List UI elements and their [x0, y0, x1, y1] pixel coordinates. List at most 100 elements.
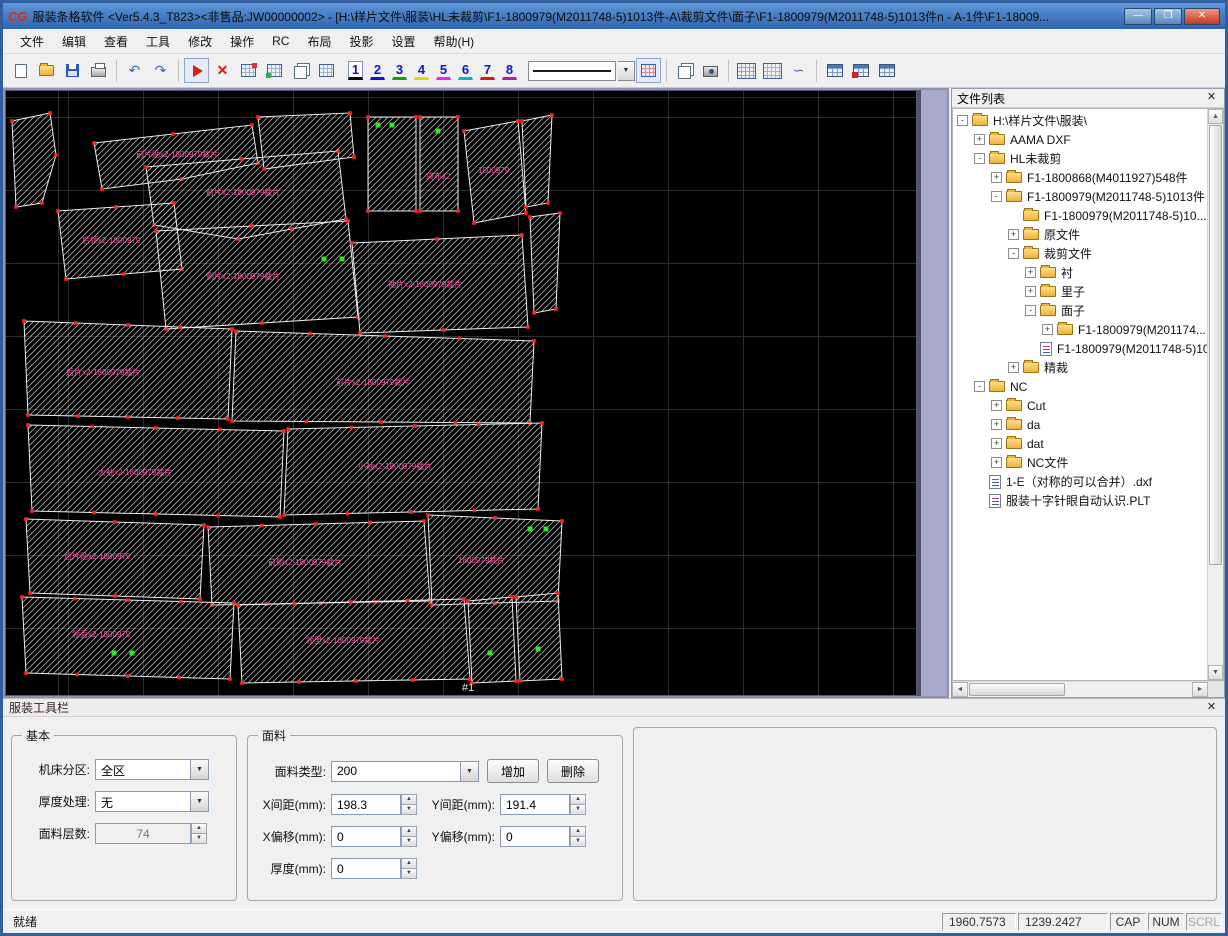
title-bar[interactable]: CG 服装条格软件 <Ver5.4.3_T823><非售品:JW00000002… — [3, 3, 1225, 29]
y-gap-input[interactable] — [500, 794, 570, 815]
tree-item[interactable]: + AAMA DXF — [953, 130, 1207, 149]
canvas-scrollbar[interactable] — [917, 90, 947, 696]
x-gap-input[interactable] — [331, 794, 401, 815]
tree-item[interactable]: 服装十字针眼自动认识.PLT — [953, 491, 1207, 510]
expand-icon[interactable]: + — [991, 457, 1002, 468]
stepper-up-icon[interactable]: ▲ — [401, 826, 417, 837]
collapse-icon[interactable]: - — [1008, 248, 1019, 259]
tree-item[interactable]: - H:\样片文件\服装\ — [953, 111, 1207, 130]
line-style-field[interactable] — [528, 60, 616, 81]
open-file-button[interactable] — [34, 58, 59, 83]
y-offset-stepper[interactable]: ▲▼ — [500, 826, 586, 847]
collapse-icon[interactable]: - — [1025, 305, 1036, 316]
tree-item[interactable]: + da — [953, 415, 1207, 434]
marker-table-button[interactable] — [734, 58, 759, 83]
machine-zone-combo[interactable]: 全区 ▼ — [95, 759, 209, 780]
tree-item[interactable]: + 原文件 — [953, 225, 1207, 244]
tree-item[interactable]: + Cut — [953, 396, 1207, 415]
layer-6-button[interactable]: 6 — [458, 61, 473, 80]
y-offset-input[interactable] — [500, 826, 570, 847]
close-button[interactable]: ✕ — [1184, 7, 1220, 25]
add-button[interactable]: 增加 — [487, 759, 540, 783]
stepper-up-icon[interactable]: ▲ — [191, 823, 207, 834]
tree-item[interactable]: - F1-1800979(M2011748-5)1013件 — [953, 187, 1207, 206]
snapshot-button[interactable] — [698, 58, 723, 83]
menu-item-6[interactable]: 操作 — [221, 30, 263, 53]
stepper-down-icon[interactable]: ▼ — [401, 805, 417, 815]
menu-item-7[interactable]: RC — [263, 31, 298, 51]
menu-item-3[interactable]: 查看 — [95, 30, 137, 53]
table-stats-button[interactable] — [874, 58, 899, 83]
thickness-stepper[interactable]: ▲▼ — [331, 858, 417, 879]
stepper-down-icon[interactable]: ▼ — [570, 805, 586, 815]
tree-item[interactable]: + NC文件 — [953, 453, 1207, 472]
line-style-dropdown-button[interactable]: ▼ — [618, 60, 635, 81]
expand-icon[interactable]: + — [1025, 267, 1036, 278]
scroll-right-icon[interactable]: ► — [1192, 682, 1208, 697]
measure-grid-button[interactable] — [760, 58, 785, 83]
layer-4-button[interactable]: 4 — [414, 61, 429, 80]
hatch-edit-button[interactable] — [636, 58, 661, 83]
thickness-input[interactable] — [331, 858, 401, 879]
layer-3-button[interactable]: 3 — [392, 61, 407, 80]
menu-item-2[interactable]: 编辑 — [53, 30, 95, 53]
redo-button[interactable]: ↷ — [148, 58, 173, 83]
menu-item-9[interactable]: 投影 — [340, 30, 382, 53]
table-export-button[interactable] — [822, 58, 847, 83]
stepper-down-icon[interactable]: ▼ — [570, 837, 586, 847]
fabric-type-value[interactable]: 200 — [331, 760, 461, 782]
tool-panel-close-icon[interactable] — [1204, 701, 1219, 715]
fabric-layers-input[interactable] — [95, 823, 191, 844]
expand-icon[interactable]: + — [1008, 362, 1019, 373]
delete-fabric-button[interactable]: 删除 — [547, 759, 600, 783]
move-piece-button[interactable] — [262, 58, 287, 83]
pattern-piece[interactable] — [367, 116, 417, 212]
minimize-button[interactable]: — — [1124, 7, 1152, 25]
line-style-combo[interactable]: ▼ — [526, 60, 635, 81]
stepper-up-icon[interactable]: ▲ — [570, 794, 586, 805]
expand-icon[interactable]: + — [991, 438, 1002, 449]
table-import-button[interactable] — [848, 58, 873, 83]
pattern-piece[interactable] — [515, 592, 563, 682]
fabric-type-combo[interactable]: 200 ▼ — [331, 760, 479, 782]
layer-5-button[interactable]: 5 — [436, 61, 451, 80]
thickness-mode-value[interactable]: 无 — [95, 791, 191, 812]
horizontal-scroll-thumb[interactable] — [969, 683, 1065, 696]
new-file-button[interactable] — [8, 58, 33, 83]
clone-view-button[interactable] — [672, 58, 697, 83]
stepper-up-icon[interactable]: ▲ — [401, 794, 417, 805]
expand-icon[interactable]: + — [991, 419, 1002, 430]
y-gap-stepper[interactable]: ▲▼ — [500, 794, 586, 815]
layer-8-button[interactable]: 8 — [502, 61, 517, 80]
tree-item[interactable]: + 精裁 — [953, 358, 1207, 377]
collapse-icon[interactable]: - — [991, 191, 1002, 202]
x-offset-input[interactable] — [331, 826, 401, 847]
curve-tool-button[interactable]: ∽ — [786, 58, 811, 83]
copy-sheet-button[interactable] — [288, 58, 313, 83]
expand-icon[interactable]: + — [974, 134, 985, 145]
menu-item-5[interactable]: 修改 — [179, 30, 221, 53]
expand-icon[interactable]: + — [991, 172, 1002, 183]
scroll-left-icon[interactable]: ◄ — [952, 682, 968, 697]
drawing-canvas[interactable]: 前片贴x2-1800979裁片 前片x2-1800979裁片 袋布x2 1800979… — [5, 90, 917, 696]
menu-item-11[interactable]: 帮助(H) — [424, 30, 483, 53]
run-cut-button[interactable] — [184, 58, 209, 83]
save-button[interactable] — [60, 58, 85, 83]
stepper-down-icon[interactable]: ▼ — [401, 837, 417, 847]
stepper-up-icon[interactable]: ▲ — [570, 826, 586, 837]
thickness-mode-combo[interactable]: 无 ▼ — [95, 791, 209, 812]
machine-zone-dropdown-icon[interactable]: ▼ — [191, 759, 209, 780]
menu-item-4[interactable]: 工具 — [137, 30, 179, 53]
stepper-up-icon[interactable]: ▲ — [401, 858, 417, 869]
scroll-up-icon[interactable]: ▲ — [1208, 109, 1223, 124]
tree-item[interactable]: - 面子 — [953, 301, 1207, 320]
collapse-icon[interactable]: - — [974, 153, 985, 164]
file-panel-close-icon[interactable] — [1204, 91, 1219, 105]
menu-item-1[interactable]: 文件 — [11, 30, 53, 53]
stepper-down-icon[interactable]: ▼ — [191, 834, 207, 844]
pattern-piece[interactable] — [231, 330, 535, 424]
fabric-layers-stepper[interactable]: ▲▼ — [95, 823, 207, 844]
layer-1-button[interactable]: 1 — [348, 61, 363, 80]
vertical-scroll-thumb[interactable] — [1209, 125, 1222, 565]
tree-item[interactable]: - 裁剪文件 — [953, 244, 1207, 263]
